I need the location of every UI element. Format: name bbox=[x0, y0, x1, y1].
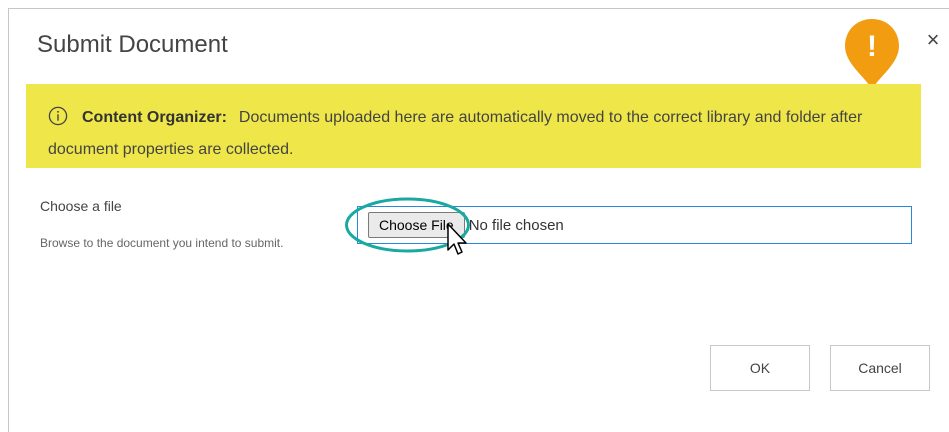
cancel-button[interactable]: Cancel bbox=[830, 345, 930, 391]
choose-file-button[interactable]: Choose File bbox=[368, 212, 465, 238]
exclamation-marker-icon: ! bbox=[845, 19, 899, 89]
banner-label: Content Organizer: bbox=[82, 109, 227, 126]
info-icon bbox=[48, 106, 68, 126]
file-status-text: No file chosen bbox=[468, 216, 564, 234]
dialog-title: Submit Document bbox=[37, 31, 228, 58]
close-icon[interactable]: × bbox=[922, 27, 944, 52]
ok-button[interactable]: OK bbox=[710, 345, 810, 391]
content-organizer-banner: Content Organizer: Documents uploaded her… bbox=[26, 84, 921, 168]
file-upload-input[interactable]: Choose File No file chosen bbox=[357, 206, 912, 244]
choose-file-help-text: Browse to the document you intend to sub… bbox=[40, 236, 284, 250]
marker-glyph: ! bbox=[867, 30, 877, 63]
choose-file-label: Choose a file bbox=[40, 198, 122, 214]
